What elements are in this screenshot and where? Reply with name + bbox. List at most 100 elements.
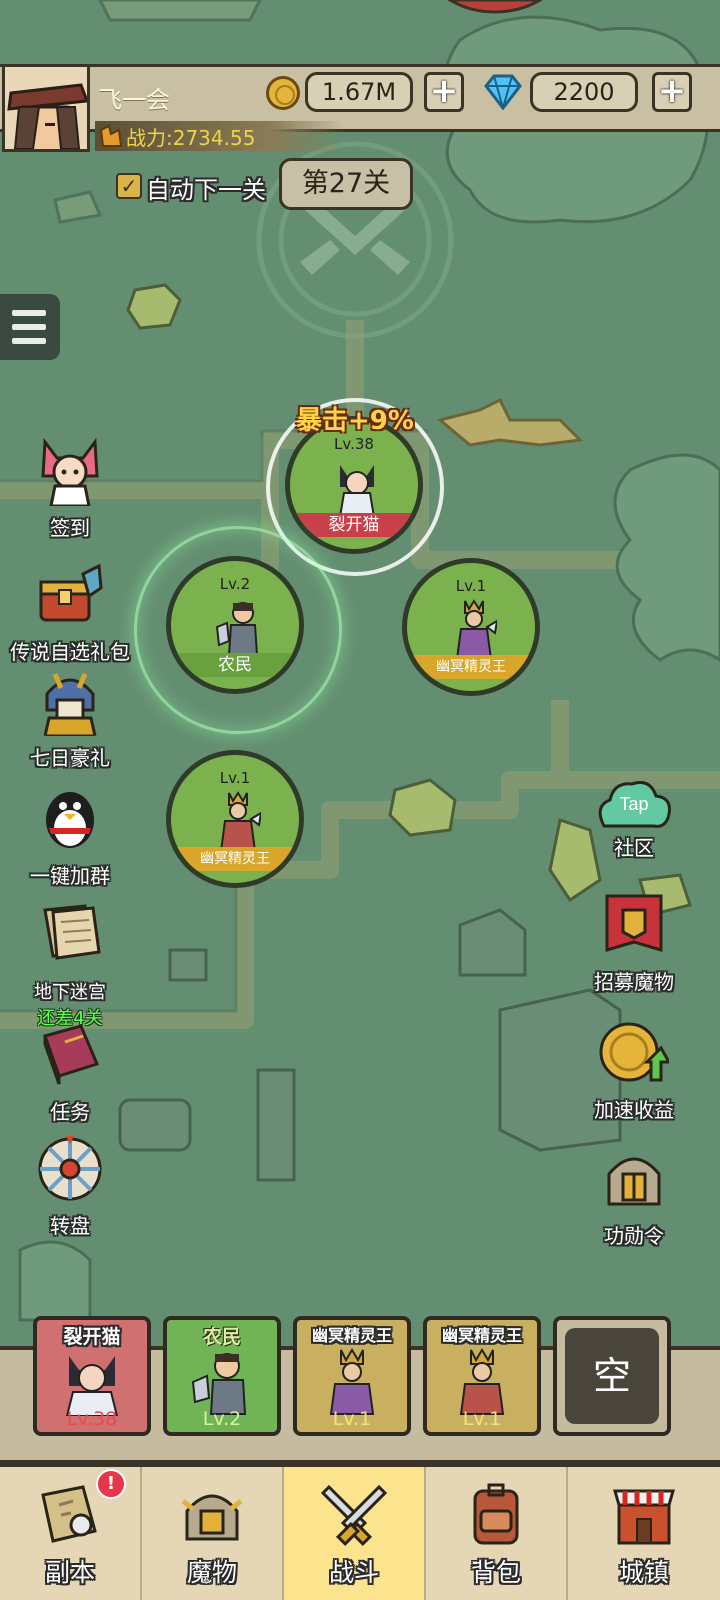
player-avatar[interactable] [2, 64, 90, 152]
seven-day-label: 七日豪礼 [30, 746, 110, 770]
slot-unit-name: 农民 [202, 1326, 241, 1348]
current-stage-button[interactable]: 第27关 [279, 158, 413, 210]
legend-pack-button[interactable]: 传说自选礼包 [10, 560, 130, 665]
cat-girl-figure-icon [338, 465, 376, 518]
tab-monsters[interactable]: 魔物 [142, 1467, 284, 1600]
community-label: 社区 [614, 836, 654, 860]
task-book-icon [43, 1024, 100, 1085]
cat-girl-portrait-icon [65, 1356, 119, 1416]
tab-town[interactable]: 城镇 [568, 1467, 720, 1600]
monster-helmet-icon [181, 1494, 243, 1541]
field-unit-2[interactable]: Lv.2 农民 [166, 556, 304, 694]
slot-unit-level: Lv.2 [202, 1408, 242, 1430]
gold-coin-icon [266, 76, 300, 110]
gold-amount: 1.67M [305, 72, 413, 112]
menu-icon [12, 310, 46, 316]
tab-label: 战斗 [328, 1558, 379, 1587]
spin-wheel-icon [38, 1136, 102, 1201]
player-name: 飞一会 [98, 86, 170, 114]
recruit-button[interactable]: 招募魔物 [574, 890, 694, 995]
add-gold-button[interactable]: + [424, 72, 464, 112]
dungeon-button[interactable]: 地下迷宫 还差4关 [10, 902, 130, 1030]
unit-level: Lv.1 [455, 577, 487, 595]
dungeon-label: 地下迷宫 [34, 982, 106, 1003]
farmer-portrait-icon [191, 1353, 247, 1415]
recruit-label: 招募魔物 [594, 970, 674, 994]
speedup-button[interactable]: 加速收益 [574, 1018, 694, 1123]
armored-knight-icon [43, 673, 97, 738]
seven-day-button[interactable]: 七日豪礼 [10, 666, 130, 771]
team-slot-5-empty[interactable]: 空 [553, 1316, 671, 1436]
avatar-portrait-icon [5, 67, 87, 149]
unit-level: Lv.1 [219, 769, 251, 787]
gem-amount: 2200 [530, 72, 638, 112]
team-slot-4[interactable]: 幽冥精灵王 Lv.1 [423, 1316, 541, 1436]
signin-catgirl-icon [41, 437, 99, 508]
tasks-label: 任务 [50, 1100, 90, 1124]
join-group-label: 一键加群 [30, 864, 110, 888]
tasks-button[interactable]: 任务 [10, 1020, 130, 1125]
combat-power-text: 战力:2734.55 [126, 126, 256, 150]
slot-unit-name: 幽冥精灵王 [311, 1326, 392, 1345]
notification-badge: ! [96, 1469, 126, 1499]
tap-badge-text: Tap [619, 794, 648, 814]
tab-dungeon[interactable]: ! 副本 [0, 1467, 142, 1600]
elf-king-figure-icon [219, 791, 261, 852]
auto-next-checkbox[interactable]: ✓ [116, 173, 142, 199]
join-group-button[interactable]: 一键加群 [10, 784, 130, 889]
tab-label: 魔物 [186, 1558, 237, 1587]
merit-label: 功勋令 [604, 1224, 664, 1248]
signin-button[interactable]: 签到 [10, 436, 130, 541]
treasure-chest-icon [39, 563, 103, 622]
menu-button[interactable] [0, 294, 60, 360]
unit-name: 农民 [171, 653, 299, 677]
auto-next-label[interactable]: 自动下一关 [146, 170, 266, 205]
team-slot-3[interactable]: 幽冥精灵王 Lv.1 [293, 1316, 411, 1436]
community-button[interactable]: Tap 社区 [574, 776, 694, 861]
speedup-coin-icon [599, 1022, 672, 1082]
slot-unit-name: 裂开猫 [63, 1326, 121, 1348]
slot-unit-level: Lv.1 [332, 1408, 372, 1430]
tab-battle[interactable]: 战斗 [284, 1467, 426, 1600]
tap-cloud-icon: Tap [598, 781, 671, 828]
unit-name: 幽冥精灵王 [407, 655, 535, 679]
slot-unit-level: Lv.1 [462, 1408, 502, 1430]
crossed-swords-icon [320, 1484, 388, 1547]
elf-king-portrait-icon [329, 1348, 375, 1415]
wheel-button[interactable]: 转盘 [10, 1134, 130, 1239]
unit-level: Lv.2 [219, 575, 251, 593]
tab-label: 城镇 [618, 1558, 669, 1587]
merit-button[interactable]: 功勋令 [574, 1144, 694, 1249]
map-scroll-icon [41, 1485, 97, 1543]
dungeon-scroll-icon [43, 904, 101, 960]
unit-name: 裂开猫 [290, 513, 418, 537]
signin-label: 签到 [50, 516, 90, 540]
speedup-label: 加速收益 [594, 1098, 674, 1122]
team-slot-1[interactable]: 裂开猫 Lv.38 [33, 1316, 151, 1436]
wheel-label: 转盘 [50, 1214, 90, 1238]
penguin-icon [46, 792, 94, 848]
elf-king-figure-icon [455, 599, 497, 660]
unit-name: 幽冥精灵王 [171, 847, 299, 871]
field-unit-4[interactable]: Lv.1 幽冥精灵王 [166, 750, 304, 888]
slot-unit-name: 幽冥精灵王 [441, 1326, 522, 1345]
gem-icon [484, 74, 522, 110]
field-unit-3[interactable]: Lv.1 幽冥精灵王 [402, 558, 540, 696]
farmer-figure-icon [215, 602, 259, 656]
merit-helmet-icon [607, 1157, 661, 1206]
legend-pack-label: 传说自选礼包 [10, 640, 130, 664]
backpack-icon [473, 1483, 519, 1545]
tab-label: 副本 [44, 1558, 95, 1587]
slot-unit-level: Lv.38 [66, 1408, 118, 1430]
recruit-banner-icon [605, 894, 663, 953]
elf-king-portrait-icon [459, 1348, 505, 1415]
team-slot-2[interactable]: 农民 Lv.2 [163, 1316, 281, 1436]
shop-building-icon [613, 1489, 675, 1545]
combat-power-icon [99, 124, 123, 147]
tab-backpack[interactable]: 背包 [426, 1467, 568, 1600]
crit-bonus-label: 暴击+9% [296, 406, 414, 436]
unit-level: Lv.38 [334, 435, 374, 453]
add-gems-button[interactable]: + [652, 72, 692, 112]
empty-slot-label: 空 [565, 1328, 659, 1424]
tab-label: 背包 [470, 1558, 521, 1587]
